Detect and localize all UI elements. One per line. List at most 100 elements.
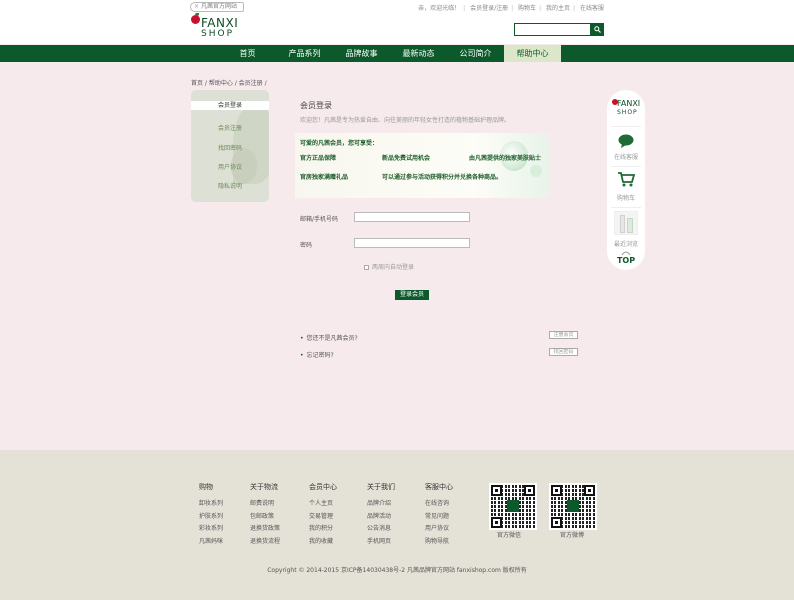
sidebar-item-privacy[interactable]: 隐私说明 <box>191 181 269 190</box>
sidebar-item-login[interactable]: 会员登录 <box>191 101 269 110</box>
footer-column-title: 客服中心 <box>425 483 453 491</box>
apple-icon <box>191 13 200 24</box>
footer-link[interactable]: 退换货流程 <box>250 536 280 549</box>
weibo-qr-code <box>549 483 597 530</box>
breadcrumb: 首页 / 帮助中心 / 会员注册 / <box>191 80 267 87</box>
nav-home[interactable]: 首页 <box>219 45 276 62</box>
nav-brand-story[interactable]: 品牌故事 <box>333 45 390 62</box>
footer-column-title: 会员中心 <box>309 483 337 491</box>
benefit-item: 由凡茜提供的独家美肤贴士 <box>469 155 542 162</box>
footer-column-title: 关于物流 <box>250 483 278 491</box>
logo-text-bottom: SHOP <box>201 29 234 39</box>
official-site-tag[interactable]: × 凡茜官方网站 <box>190 2 245 12</box>
close-icon[interactable]: × <box>194 3 199 10</box>
online-service-label[interactable]: 在线客服 <box>607 152 645 161</box>
password-field[interactable] <box>354 238 470 248</box>
logo-text-top: FANXI <box>201 16 239 30</box>
login-button[interactable]: 登录会员 <box>395 290 429 300</box>
not-member-question: • 您还不是凡茜会员? <box>300 333 358 342</box>
nav-products[interactable]: 产品系列 <box>276 45 333 62</box>
footer <box>0 450 794 600</box>
search-input[interactable] <box>514 23 591 36</box>
welcome-text: 亲，欢迎光临！ <box>418 5 461 12</box>
footer-link[interactable]: 卸妆系列 <box>199 498 223 511</box>
page-description: 欢迎您！凡茜是专为热爱自由、向往美丽的年轻女性打造的植物基础护理品牌。 <box>300 117 511 124</box>
top-bar: × 凡茜官方网站 亲，欢迎光临！ | 会员登录/注册 | 购物车 | 我的主页 | 在线客… <box>0 0 794 44</box>
login-register-link[interactable]: 会员登录/注册 <box>470 5 508 12</box>
member-benefits-banner: 可爱的凡茜会员，您可享受： 官方正品保障 新品免费试用机会 由凡茜提供的独家美肤… <box>295 133 550 198</box>
help-sidebar: 会员登录 会员注册 找回密码 用户协议 隐私说明 <box>191 90 269 202</box>
sidebar-logo-top: FANXI <box>617 99 641 108</box>
site-logo[interactable]: FANXI SHOP <box>191 13 245 43</box>
footer-link[interactable]: 我的收藏 <box>309 536 337 549</box>
floating-sidebar: FANXI SHOP 在线客服 购物车 最近浏览 TOP <box>607 90 645 270</box>
footer-link[interactable]: 手机网页 <box>367 536 395 549</box>
footer-link[interactable]: 个人主页 <box>309 498 337 511</box>
product-tube-icon <box>620 215 625 233</box>
cart-label[interactable]: 购物车 <box>607 193 645 202</box>
online-service-link[interactable]: 在线客服 <box>580 5 604 12</box>
footer-link[interactable]: 在线咨询 <box>425 498 453 511</box>
copyright: Copyright © 2014-2015 京ICP备14030438号-2 凡… <box>267 567 527 574</box>
forgot-password-text: 忘记密码? <box>306 352 334 359</box>
wechat-caption: 官方微信 <box>497 532 522 539</box>
footer-link[interactable]: 购物导航 <box>425 536 453 549</box>
benefits-heading: 可爱的凡茜会员，您可享受： <box>300 140 379 147</box>
cart-icon[interactable] <box>618 172 635 187</box>
footer-link[interactable]: 凡茜妈咪 <box>199 536 223 549</box>
benefit-item: 官方正品保障 <box>300 155 337 162</box>
footer-link[interactable]: 品牌活动 <box>367 511 395 524</box>
footer-link[interactable]: 公告消息 <box>367 523 395 536</box>
search-button[interactable] <box>591 23 604 36</box>
footer-link[interactable]: 品牌介绍 <box>367 498 395 511</box>
footer-link[interactable]: 包邮政策 <box>250 511 280 524</box>
forgot-password-question: • 忘记密码? <box>300 350 334 359</box>
page-title: 会员登录 <box>300 101 332 110</box>
recent-label[interactable]: 最近浏览 <box>607 239 645 248</box>
sidebar-logo-bottom: SHOP <box>617 109 638 116</box>
footer-link[interactable]: 退换货政策 <box>250 523 280 536</box>
bullet-icon: • <box>300 335 304 342</box>
remember-checkbox[interactable] <box>364 265 369 270</box>
search-icon <box>594 26 601 33</box>
chat-icon[interactable] <box>618 134 634 148</box>
footer-column-shopping: 购物 卸妆系列 护肤系列 彩妆系列 凡茜妈咪 <box>199 482 223 548</box>
main-nav: 首页 产品系列 品牌故事 最新动态 公司简介 帮助中心 <box>0 45 794 62</box>
official-site-label: 凡茜官方网站 <box>201 3 238 10</box>
footer-link[interactable]: 交易管理 <box>309 511 337 524</box>
footer-link[interactable]: 用户协议 <box>425 523 453 536</box>
password-label: 密码 <box>300 242 313 249</box>
remember-me[interactable]: 两周内自动登录 <box>364 262 414 271</box>
sidebar-item-user-agreement[interactable]: 用户协议 <box>191 162 269 171</box>
sidebar-item-find-password[interactable]: 找回密码 <box>191 143 269 152</box>
product-bottle-icon <box>627 218 633 233</box>
footer-column-title: 关于我们 <box>367 483 395 491</box>
register-button[interactable]: 注册会员 <box>549 331 578 339</box>
sidebar-logo[interactable]: FANXI SHOP <box>612 98 642 120</box>
bullet-icon: • <box>300 352 304 359</box>
recent-product-thumbnail[interactable] <box>614 211 638 235</box>
email-field[interactable] <box>354 212 470 222</box>
weibo-caption: 官方微博 <box>560 532 585 539</box>
footer-column-member: 会员中心 个人主页 交易管理 我的积分 我的收藏 <box>309 482 337 548</box>
sidebar-item-register[interactable]: 会员注册 <box>191 123 269 132</box>
footer-link[interactable]: 邮费说明 <box>250 498 280 511</box>
wechat-qr-code <box>489 483 537 530</box>
benefit-item: 可以通过参与活动获得积分并兑换各种商品。 <box>382 174 503 181</box>
find-password-button[interactable]: 找回密码 <box>549 348 578 356</box>
email-label: 邮箱/手机号码 <box>300 216 339 223</box>
footer-link[interactable]: 常见问题 <box>425 511 453 524</box>
footer-link[interactable]: 彩妆系列 <box>199 523 223 536</box>
footer-link[interactable]: 护肤系列 <box>199 511 223 524</box>
footer-column-logistics: 关于物流 邮费说明 包邮政策 退换货政策 退换货流程 <box>250 482 280 548</box>
my-home-link[interactable]: 我的主页 <box>546 5 570 12</box>
cart-link[interactable]: 购物车 <box>518 5 536 12</box>
arrow-up-icon <box>621 251 631 255</box>
back-to-top-button[interactable]: TOP <box>607 256 645 265</box>
nav-help-center[interactable]: 帮助中心 <box>504 45 561 62</box>
footer-column-about: 关于我们 品牌介绍 品牌活动 公告消息 手机网页 <box>367 482 395 548</box>
footer-link[interactable]: 我的积分 <box>309 523 337 536</box>
benefit-item: 新品免费试用机会 <box>382 155 431 162</box>
nav-about[interactable]: 公司简介 <box>447 45 504 62</box>
nav-news[interactable]: 最新动态 <box>390 45 447 62</box>
